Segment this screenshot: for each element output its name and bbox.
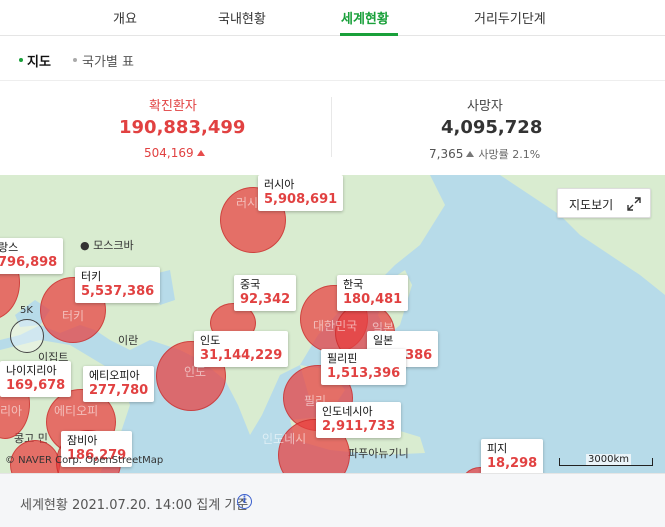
data-timestamp: 세계현황 2021.07.20. 14:00 집계 기준 — [20, 498, 249, 513]
bubble-text-ethiopia: 에티오피 — [54, 404, 99, 418]
confirmed-label: 확진환자 — [149, 99, 197, 114]
inactive-dot-icon — [73, 58, 77, 62]
label-name: 터키 — [81, 270, 102, 283]
info-icon[interactable]: i — [237, 494, 252, 509]
place-iran: 이란 — [118, 334, 139, 347]
deaths-label: 사망자 — [467, 99, 503, 114]
increase-arrow-icon — [466, 151, 475, 157]
active-dot-icon — [19, 58, 23, 62]
label-name: 중국 — [240, 278, 261, 291]
death-rate: 사망률 2.1% — [478, 148, 541, 161]
confirmed-delta: 504,169 — [144, 146, 205, 160]
tab-world[interactable]: 세계현황 — [341, 8, 389, 27]
map-view-button-label: 지도보기 — [569, 198, 614, 212]
bubble-text-indonesia: 인도네시 — [262, 432, 307, 446]
label-value: 180,481 — [343, 292, 403, 307]
label-france[interactable]: 랑스 796,898 — [0, 238, 64, 274]
cluster-marker[interactable] — [10, 319, 44, 353]
increase-arrow-icon — [196, 150, 205, 156]
label-name: 랑스 — [0, 241, 19, 254]
bubble-text-nigeria: 리아 — [0, 404, 23, 418]
top-tab-bar: 개요 국내현황 세계현황 거리두기단계 — [0, 0, 665, 36]
bubble-text-russia: 러시 — [236, 196, 259, 210]
map-view-button[interactable]: 지도보기 — [557, 188, 651, 218]
label-name: 나이지리아 — [6, 364, 57, 377]
label-ethiopia[interactable]: 에티오피아 277,780 — [83, 366, 155, 402]
bubble-text-turkey: 터키 — [62, 309, 85, 323]
label-nigeria[interactable]: 나이지리아 169,678 — [0, 361, 72, 397]
label-value: 31,144,229 — [200, 348, 283, 363]
label-value: 277,780 — [89, 383, 149, 398]
label-korea[interactable]: 한국 180,481 — [337, 275, 409, 311]
label-turkey[interactable]: 터키 5,537,386 — [75, 267, 161, 303]
label-name: 에티오피아 — [89, 369, 140, 382]
label-indonesia[interactable]: 인도네시아 2,911,733 — [316, 402, 402, 438]
subtab-map[interactable]: 지도 — [27, 51, 51, 70]
label-name: 필리핀 — [327, 352, 358, 365]
label-philippines[interactable]: 필리핀 1,513,396 — [321, 349, 407, 385]
label-value: 5,537,386 — [81, 284, 155, 299]
label-china[interactable]: 중국 92,342 — [234, 275, 297, 311]
label-name: 러시아 — [264, 178, 295, 191]
deaths-value: 4,095,728 — [441, 117, 543, 138]
label-value: 1,513,396 — [327, 366, 401, 381]
place-moscow: ● 모스크바 — [80, 239, 134, 252]
tab-distancing[interactable]: 거리두기단계 — [474, 8, 546, 27]
label-fiji[interactable]: 피지 18,298 — [481, 439, 544, 473]
label-value: 169,678 — [6, 378, 66, 393]
bubble-text-korea: 대한민국 — [313, 319, 358, 333]
scale-text: 3000km — [586, 454, 631, 465]
label-india[interactable]: 인도 31,144,229 — [194, 331, 289, 367]
label-value: 5,908,691 — [264, 192, 338, 207]
footer: 세계현황 2021.07.20. 14:00 집계 기준 i — [0, 473, 665, 527]
label-value: 796,898 — [0, 255, 58, 270]
marker-5k: 5K — [20, 305, 33, 316]
subtab-country-table[interactable]: 국가별 표 — [82, 51, 134, 70]
expand-icon — [627, 197, 641, 211]
tab-overview[interactable]: 개요 — [113, 8, 137, 27]
label-russia[interactable]: 러시아 5,908,691 — [258, 175, 344, 211]
tab-domestic[interactable]: 국내현황 — [218, 8, 266, 27]
place-moscow-text: 모스크바 — [93, 239, 134, 252]
label-value: 92,342 — [240, 292, 291, 307]
label-name: 인도네시아 — [322, 405, 373, 418]
deaths-delta-value: 7,365 — [429, 147, 464, 161]
confirmed-value: 190,883,499 — [119, 117, 246, 138]
confirmed-delta-value: 504,169 — [144, 146, 194, 160]
label-value: 2,911,733 — [322, 419, 396, 434]
map-copyright: © NAVER Corp. OpenStreetMap — [5, 455, 164, 466]
label-name: 인도 — [200, 334, 221, 347]
label-name: 잠비아 — [67, 434, 98, 447]
label-name: 한국 — [343, 278, 364, 291]
sub-tab-bar: 지도 국가별 표 — [0, 36, 665, 81]
label-name: 피지 — [487, 442, 508, 455]
deaths-delta: 7,365 사망률 2.1% — [429, 146, 540, 162]
world-map[interactable]: ● 모스크바 이란 이집트 파푸아뉴기니 콩고 민 러시 터키 인도 대한민국 … — [0, 175, 665, 473]
place-papua: 파푸아뉴기니 — [348, 447, 409, 460]
stats-panel: 확진환자 190,883,499 504,169 사망자 4,095,728 7… — [0, 81, 665, 175]
label-value: 18,298 — [487, 456, 538, 471]
label-name: 일본 — [373, 334, 394, 347]
stat-divider — [331, 97, 332, 157]
